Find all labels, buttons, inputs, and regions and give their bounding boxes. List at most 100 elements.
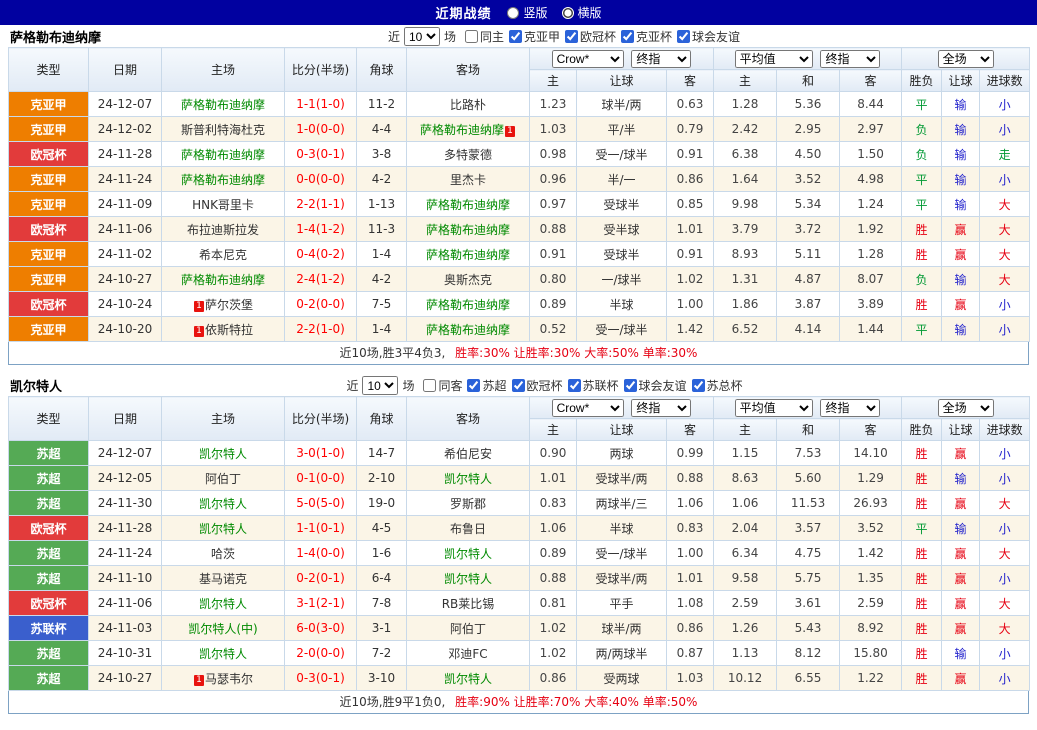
match-score: 2-2(1-1): [285, 192, 357, 217]
avg-home-odds: 1.86: [714, 292, 777, 317]
home-team[interactable]: 凯尔特人: [162, 641, 285, 666]
filter-checkbox-1[interactable]: 克亚甲: [509, 28, 560, 45]
recent-count-select[interactable]: 10: [362, 376, 398, 395]
filter-checkbox-0[interactable]: 同客: [423, 377, 462, 394]
away-team[interactable]: 比路朴: [407, 92, 530, 117]
home-team-name: 凯尔特人(中): [188, 622, 257, 636]
home-team[interactable]: 希本尼克: [162, 242, 285, 267]
away-team[interactable]: 凯尔特人: [407, 666, 530, 691]
away-team[interactable]: 萨格勒布迪纳摩: [407, 192, 530, 217]
filter-checkbox-1[interactable]: 苏超: [467, 377, 506, 394]
home-team[interactable]: 阿伯丁: [162, 466, 285, 491]
home-team[interactable]: 凯尔特人: [162, 516, 285, 541]
away-team[interactable]: RB莱比锡: [407, 591, 530, 616]
away-team[interactable]: 里杰卡: [407, 167, 530, 192]
home-team[interactable]: 萨格勒布迪纳摩: [162, 267, 285, 292]
league-type-badge: 克亚甲: [9, 92, 89, 117]
handicap-home-odds: 0.89: [530, 541, 577, 566]
away-team[interactable]: 多特蒙德: [407, 142, 530, 167]
filter-checkbox-3[interactable]: 克亚杯: [621, 28, 672, 45]
home-team[interactable]: 萨格勒布迪纳摩: [162, 92, 285, 117]
col-header-avg-home: 主: [714, 70, 777, 92]
home-team[interactable]: 布拉迪斯拉发: [162, 217, 285, 242]
filter-checkbox-input-0[interactable]: [465, 30, 478, 43]
corner-count: 11-3: [357, 217, 407, 242]
final-odds-select[interactable]: 终指: [820, 399, 880, 417]
league-type-badge: 克亚甲: [9, 242, 89, 267]
home-team[interactable]: 斯普利特海杜克: [162, 117, 285, 142]
section-head: 凯尔特人 近 10 场 同客苏超欧冠杯苏联杯球会友谊苏总杯: [8, 374, 1029, 396]
home-team[interactable]: 萨格勒布迪纳摩: [162, 167, 285, 192]
home-team[interactable]: 凯尔特人: [162, 441, 285, 466]
bookmaker-select[interactable]: Crow*: [552, 399, 624, 417]
home-team[interactable]: 基马诺克: [162, 566, 285, 591]
away-team[interactable]: 罗斯郡: [407, 491, 530, 516]
final-odds-select[interactable]: 终指: [631, 399, 691, 417]
filter-checkbox-input-3[interactable]: [621, 30, 634, 43]
filter-checkbox-0[interactable]: 同主: [465, 28, 504, 45]
horizontal-radio-input[interactable]: [562, 7, 574, 19]
filter-checkbox-input-0[interactable]: [423, 379, 436, 392]
home-team-name: 凯尔特人: [199, 597, 247, 611]
filter-checkbox-5[interactable]: 苏总杯: [692, 377, 743, 394]
away-team[interactable]: 邓迪FC: [407, 641, 530, 666]
average-select[interactable]: 平均值: [735, 399, 813, 417]
home-team[interactable]: 哈茨: [162, 541, 285, 566]
match-date: 24-11-09: [89, 192, 162, 217]
full-match-select[interactable]: 全场: [938, 50, 994, 68]
col-header-type: 类型: [9, 397, 89, 441]
win-draw-loss-result: 负: [902, 117, 942, 142]
filter-checkbox-input-4[interactable]: [677, 30, 690, 43]
avg-draw-odds: 5.43: [777, 616, 840, 641]
filter-checkbox-input-4[interactable]: [624, 379, 637, 392]
avg-away-odds: 3.89: [840, 292, 902, 317]
filter-checkbox-4[interactable]: 球会友谊: [624, 377, 687, 394]
filter-checkbox-input-1[interactable]: [509, 30, 522, 43]
away-team[interactable]: 阿伯丁: [407, 616, 530, 641]
away-team[interactable]: 凯尔特人: [407, 541, 530, 566]
handicap-line: 一/球半: [577, 267, 667, 292]
avg-home-odds: 1.64: [714, 167, 777, 192]
home-team[interactable]: 凯尔特人: [162, 591, 285, 616]
away-team[interactable]: 奥斯杰克: [407, 267, 530, 292]
bookmaker-select[interactable]: Crow*: [552, 50, 624, 68]
win-draw-loss-result: 胜: [902, 491, 942, 516]
filter-checkbox-input-3[interactable]: [568, 379, 581, 392]
full-match-select[interactable]: 全场: [938, 399, 994, 417]
home-team[interactable]: HNK哥里卡: [162, 192, 285, 217]
away-team[interactable]: 凯尔特人: [407, 566, 530, 591]
average-select[interactable]: 平均值: [735, 50, 813, 68]
avg-away-odds: 15.80: [840, 641, 902, 666]
filter-checkbox-4[interactable]: 球会友谊: [677, 28, 740, 45]
away-team[interactable]: 萨格勒布迪纳摩1: [407, 117, 530, 142]
filter-checkbox-input-2[interactable]: [565, 30, 578, 43]
recent-count-select[interactable]: 10: [404, 27, 440, 46]
layout-radio-vertical[interactable]: 竖版: [507, 4, 547, 21]
away-team[interactable]: 希伯尼安: [407, 441, 530, 466]
away-team[interactable]: 萨格勒布迪纳摩: [407, 292, 530, 317]
away-team[interactable]: 萨格勒布迪纳摩: [407, 217, 530, 242]
away-team[interactable]: 布鲁日: [407, 516, 530, 541]
final-odds-select[interactable]: 终指: [820, 50, 880, 68]
home-team[interactable]: 1依斯特拉: [162, 317, 285, 342]
corner-count: 3-8: [357, 142, 407, 167]
final-odds-select[interactable]: 终指: [631, 50, 691, 68]
vertical-radio-input[interactable]: [507, 7, 519, 19]
home-team[interactable]: 1马瑟韦尔: [162, 666, 285, 691]
layout-radio-horizontal[interactable]: 横版: [562, 4, 602, 21]
home-team[interactable]: 萨格勒布迪纳摩: [162, 142, 285, 167]
filter-checkbox-input-2[interactable]: [512, 379, 525, 392]
away-team[interactable]: 萨格勒布迪纳摩: [407, 317, 530, 342]
away-team[interactable]: 萨格勒布迪纳摩: [407, 242, 530, 267]
home-team[interactable]: 凯尔特人: [162, 491, 285, 516]
home-team[interactable]: 凯尔特人(中): [162, 616, 285, 641]
filter-checkbox-3[interactable]: 苏联杯: [568, 377, 619, 394]
filter-checkbox-2[interactable]: 欧冠杯: [565, 28, 616, 45]
home-team-name: 凯尔特人: [199, 447, 247, 461]
filter-checkbox-input-1[interactable]: [467, 379, 480, 392]
filter-checkbox-2[interactable]: 欧冠杯: [512, 377, 563, 394]
handicap-home-odds: 0.91: [530, 242, 577, 267]
home-team[interactable]: 1萨尔茨堡: [162, 292, 285, 317]
filter-checkbox-input-5[interactable]: [692, 379, 705, 392]
away-team[interactable]: 凯尔特人: [407, 466, 530, 491]
